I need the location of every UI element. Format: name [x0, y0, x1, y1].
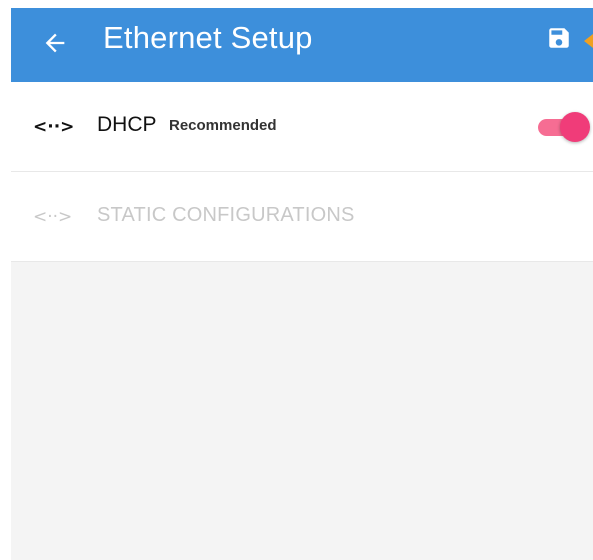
static-config-label: STATIC CONFIGURATIONS [97, 204, 355, 226]
floppy-disk-icon [546, 25, 572, 56]
arrow-left-icon [41, 29, 69, 62]
toggle-thumb [560, 112, 590, 142]
screen: Ethernet Setup <··> DHCP Recommended <··… [11, 8, 593, 560]
config-list: <··> DHCP Recommended <··> STATIC CONFIG… [11, 82, 593, 262]
static-config-option[interactable]: <··> STATIC CONFIGURATIONS [11, 172, 593, 262]
edge-pointer-marker [584, 34, 593, 48]
dhcp-toggle[interactable] [538, 112, 590, 142]
save-button[interactable] [541, 22, 577, 58]
dhcp-option[interactable]: <··> DHCP Recommended [11, 82, 593, 172]
back-button[interactable] [33, 23, 77, 67]
dhcp-label: DHCP [97, 113, 157, 136]
page-title: Ethernet Setup [103, 20, 313, 55]
app-bar: Ethernet Setup [11, 8, 593, 82]
recommended-badge: Recommended [169, 117, 277, 134]
ethernet-icon: <··> [33, 117, 75, 137]
ethernet-icon: <··> [33, 207, 73, 227]
